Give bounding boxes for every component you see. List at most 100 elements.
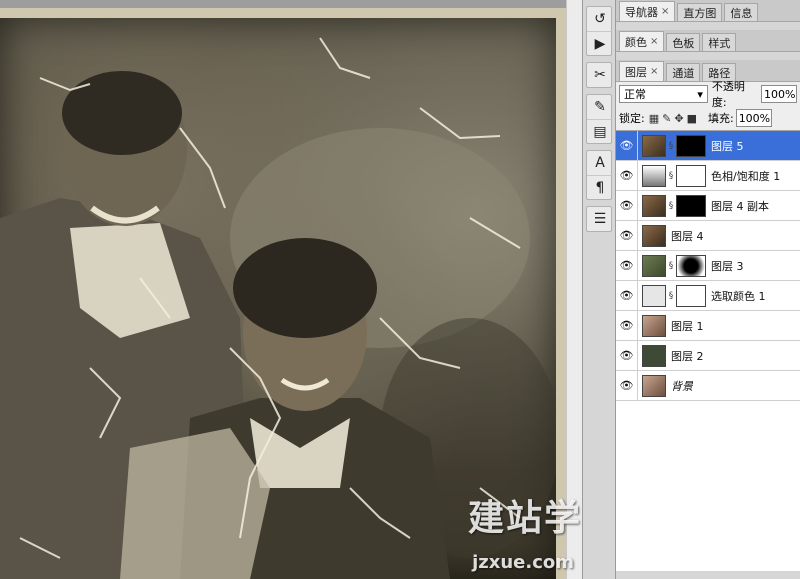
visibility-eye-icon[interactable]: 👁 — [616, 340, 638, 371]
layer-mask[interactable] — [676, 164, 706, 187]
layer-row[interactable]: 👁 图层 1 — [616, 310, 800, 341]
dock-group-notes: ☰ — [586, 206, 612, 232]
visibility-eye-icon[interactable]: 👁 — [616, 190, 638, 221]
color-tabbar: 颜色 × 色板 样式 — [616, 30, 800, 52]
layer-thumbnail — [642, 284, 666, 307]
tab-label: 颜色 — [625, 35, 647, 49]
paragraph-icon[interactable]: ¶ — [587, 175, 613, 199]
fill-value: 100% — [738, 111, 771, 125]
layer-thumbnail — [642, 194, 666, 217]
link-icon[interactable]: § — [666, 291, 676, 301]
brushes-icon[interactable]: ✎ — [587, 95, 613, 119]
watermark-logo: 建站学 — [467, 498, 582, 539]
link-icon[interactable]: § — [666, 141, 676, 151]
layer-thumbnail — [642, 314, 666, 337]
layer-name: 背景 — [671, 379, 693, 393]
tab-label: 直方图 — [683, 6, 717, 20]
dock-group-history: ↺ ▶ — [586, 6, 613, 56]
layer-row[interactable]: 👁 § 图层 5 — [616, 131, 800, 161]
panel-spacer — [616, 22, 800, 30]
close-icon[interactable]: × — [661, 6, 669, 17]
tab-color[interactable]: 颜色 × — [619, 31, 665, 51]
layers-options: 正常 ▾ 不透明度: 100% 锁定: ▦ ✎ ✥ ■ 填充: 100% — [616, 80, 800, 131]
visibility-eye-icon[interactable]: 👁 — [616, 280, 638, 311]
layer-name: 图层 5 — [711, 139, 744, 153]
layer-row[interactable]: 👁 § 色相/饱和度 1 — [616, 160, 800, 191]
layer-name: 图层 3 — [711, 259, 744, 273]
tab-channels[interactable]: 通道 — [666, 63, 701, 81]
lock-paint-icon[interactable]: ✎ — [662, 112, 671, 125]
layer-mask[interactable] — [676, 134, 706, 157]
tab-label: 信息 — [730, 6, 753, 20]
layer-name: 选取颜色 1 — [711, 289, 766, 303]
close-icon[interactable]: × — [650, 36, 658, 47]
lock-all-icon[interactable]: ■ — [687, 112, 697, 125]
tab-label: 导航器 — [625, 5, 658, 19]
layer-row[interactable]: 👁 § 选取颜色 1 — [616, 280, 800, 311]
layer-row[interactable]: 👁 图层 2 — [616, 340, 800, 371]
dock-group-text: A ¶ — [586, 150, 613, 200]
blend-mode-value: 正常 — [624, 88, 646, 101]
lock-transparent-icon[interactable]: ▦ — [649, 112, 659, 125]
tab-layers[interactable]: 图层 × — [619, 61, 665, 81]
layers-list[interactable]: 👁 § 图层 5 👁 § 色相/饱和度 1 👁 § 图层 4 副本 👁 图层 4 👁 § 图层 3 👁 § 选取… — [616, 131, 800, 571]
visibility-eye-icon[interactable]: 👁 — [616, 220, 638, 251]
tab-navigator[interactable]: 导航器 × — [619, 1, 676, 21]
layer-mask[interactable] — [676, 254, 706, 277]
link-icon[interactable]: § — [666, 261, 676, 271]
tool-presets-icon[interactable]: ✂ — [587, 63, 613, 87]
layer-row[interactable]: 👁 图层 4 — [616, 220, 800, 251]
layer-name: 图层 1 — [671, 319, 704, 333]
blend-mode-select[interactable]: 正常 ▾ — [619, 85, 708, 103]
layer-name: 图层 4 副本 — [711, 199, 769, 213]
visibility-eye-icon[interactable]: 👁 — [616, 310, 638, 341]
tab-histogram[interactable]: 直方图 — [677, 3, 723, 21]
panel-dock: ↺ ▶ ✂ ✎ ▤ A ¶ ☰ — [582, 0, 616, 579]
layer-name: 图层 4 — [671, 229, 704, 243]
layer-thumbnail — [642, 344, 666, 367]
fill-label: 填充: — [707, 112, 734, 125]
layer-thumbnail — [642, 374, 666, 397]
lock-label: 锁定: — [619, 112, 645, 125]
visibility-eye-icon[interactable]: 👁 — [616, 131, 638, 161]
opacity-value: 100% — [764, 87, 796, 101]
layer-mask[interactable] — [676, 194, 706, 217]
layer-thumbnail — [642, 164, 666, 187]
fill-field[interactable]: 100% — [735, 109, 772, 127]
layer-thumbnail — [642, 134, 666, 157]
layer-row[interactable]: 👁 § 图层 4 副本 — [616, 190, 800, 221]
opacity-label: 不透明度: — [711, 80, 745, 109]
tab-swatches[interactable]: 色板 — [666, 33, 701, 51]
document-canvas[interactable]: 建站学 jzxue.com — [0, 0, 582, 579]
opacity-field[interactable]: 100% — [761, 85, 797, 103]
tab-label: 图层 — [625, 65, 647, 79]
right-panels: 导航器 × 直方图 信息 颜色 × 色板 样式 图层 × 通道 路径 正常 ▾ … — [616, 0, 800, 579]
character-icon[interactable]: A — [587, 151, 613, 175]
actions-icon[interactable]: ▶ — [587, 31, 613, 55]
history-icon[interactable]: ↺ — [587, 7, 613, 31]
visibility-eye-icon[interactable]: 👁 — [616, 370, 638, 401]
layer-name: 色相/饱和度 1 — [711, 169, 781, 183]
link-icon[interactable]: § — [666, 171, 676, 181]
layer-mask[interactable] — [676, 284, 706, 307]
layer-row[interactable]: 👁 § 图层 3 — [616, 250, 800, 281]
panel-spacer — [616, 52, 800, 60]
notes-icon[interactable]: ☰ — [587, 207, 613, 231]
link-icon[interactable]: § — [666, 201, 676, 211]
clone-source-icon[interactable]: ▤ — [587, 119, 613, 143]
close-icon[interactable]: × — [650, 66, 658, 77]
chevron-down-icon: ▾ — [697, 87, 703, 101]
blend-row: 正常 ▾ 不透明度: 100% — [616, 80, 800, 109]
dock-group-tools: ✂ — [586, 62, 612, 88]
layer-row[interactable]: 👁 背景 — [616, 370, 800, 401]
visibility-eye-icon[interactable]: 👁 — [616, 250, 638, 281]
tab-styles[interactable]: 样式 — [702, 33, 737, 51]
visibility-eye-icon[interactable]: 👁 — [616, 160, 638, 191]
layer-thumbnail — [642, 254, 666, 277]
layer-thumbnail — [642, 224, 666, 247]
tab-label: 通道 — [672, 66, 695, 80]
navigator-tabbar: 导航器 × 直方图 信息 — [616, 0, 800, 22]
tab-info[interactable]: 信息 — [724, 3, 759, 21]
lock-move-icon[interactable]: ✥ — [674, 112, 683, 125]
layers-tabbar: 图层 × 通道 路径 — [616, 60, 800, 82]
